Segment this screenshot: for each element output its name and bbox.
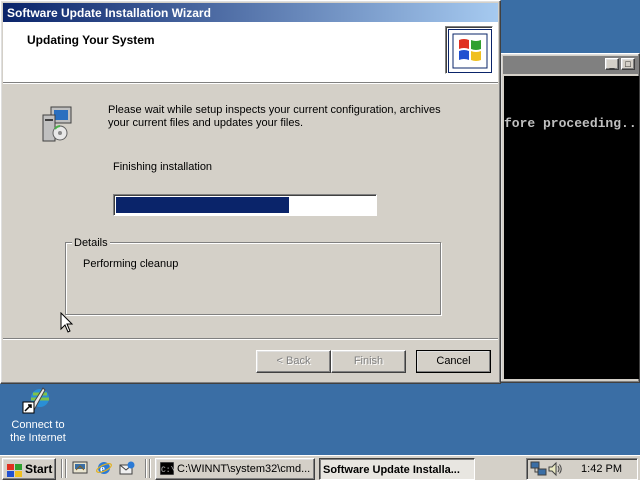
taskbar: Start e C:\ C:\WINNT\system32\cmd... Sof… — [0, 455, 640, 480]
start-label: Start — [25, 462, 53, 476]
start-button[interactable]: Start — [2, 458, 56, 480]
outlook-express-icon[interactable] — [119, 460, 137, 476]
console-text: fore proceeding.. — [504, 116, 637, 131]
taskbar-divider — [61, 459, 63, 478]
desktop-icon-label: Connect to the Internet — [10, 419, 66, 444]
back-button[interactable]: < Back — [256, 350, 331, 373]
finish-button[interactable]: Finish — [331, 350, 406, 373]
show-desktop-icon[interactable] — [72, 460, 90, 476]
taskbar-item-label: Software Update Installa... — [323, 464, 460, 476]
status-text: Finishing installation — [113, 161, 213, 173]
intro-text: Please wait while setup inspects your cu… — [108, 104, 441, 129]
wizard-header: Updating Your System — [3, 22, 498, 83]
internet-explorer-icon[interactable]: e — [96, 460, 114, 476]
connect-internet-icon — [22, 387, 49, 414]
windows-logo-icon — [445, 26, 493, 74]
taskbar-item-wizard[interactable]: Software Update Installa... — [319, 458, 475, 480]
header-divider — [3, 83, 498, 84]
taskbar-item-cmd[interactable]: C:\ C:\WINNT\system32\cmd... — [155, 458, 315, 480]
volume-icon[interactable] — [547, 461, 563, 477]
windows-flag-icon — [7, 464, 22, 477]
wizard-window[interactable]: Software Update Installation Wizard Upda… — [0, 0, 501, 384]
finish-label: Finish — [353, 355, 384, 367]
maximize-icon[interactable]: □ — [621, 58, 635, 70]
wizard-title: Software Update Installation Wizard — [7, 6, 211, 20]
cancel-button[interactable]: Cancel — [416, 350, 491, 373]
desktop-icon-connect-internet[interactable]: Connect to the Internet — [4, 384, 72, 445]
taskbar-divider — [145, 459, 147, 478]
taskbar-item-label: C:\WINNT\system32\cmd... — [177, 463, 311, 475]
details-text: Performing cleanup — [83, 258, 179, 270]
taskbar-divider — [65, 459, 67, 478]
console-window[interactable]: _ □ fore proceeding.. — [500, 53, 640, 383]
details-legend: Details — [72, 237, 110, 249]
cmd-icon: C:\ — [160, 462, 174, 475]
mouse-cursor-icon — [60, 311, 74, 337]
network-icon[interactable] — [530, 461, 548, 477]
system-tray: 1:42 PM — [526, 458, 638, 480]
back-label: < Back — [276, 355, 311, 367]
page-title: Updating Your System — [27, 33, 155, 47]
progress-bar — [113, 194, 377, 216]
clock[interactable]: 1:42 PM — [581, 463, 622, 475]
minimize-icon[interactable]: _ — [605, 58, 619, 70]
svg-text:C:\: C:\ — [161, 466, 174, 475]
details-group: Details Performing cleanup — [65, 237, 441, 315]
setup-computer-icon — [41, 105, 73, 146]
button-separator — [3, 338, 498, 340]
taskbar-divider — [149, 459, 151, 478]
progress-fill — [116, 197, 289, 213]
wizard-titlebar[interactable]: Software Update Installation Wizard — [3, 3, 498, 22]
cancel-label: Cancel — [436, 355, 471, 367]
